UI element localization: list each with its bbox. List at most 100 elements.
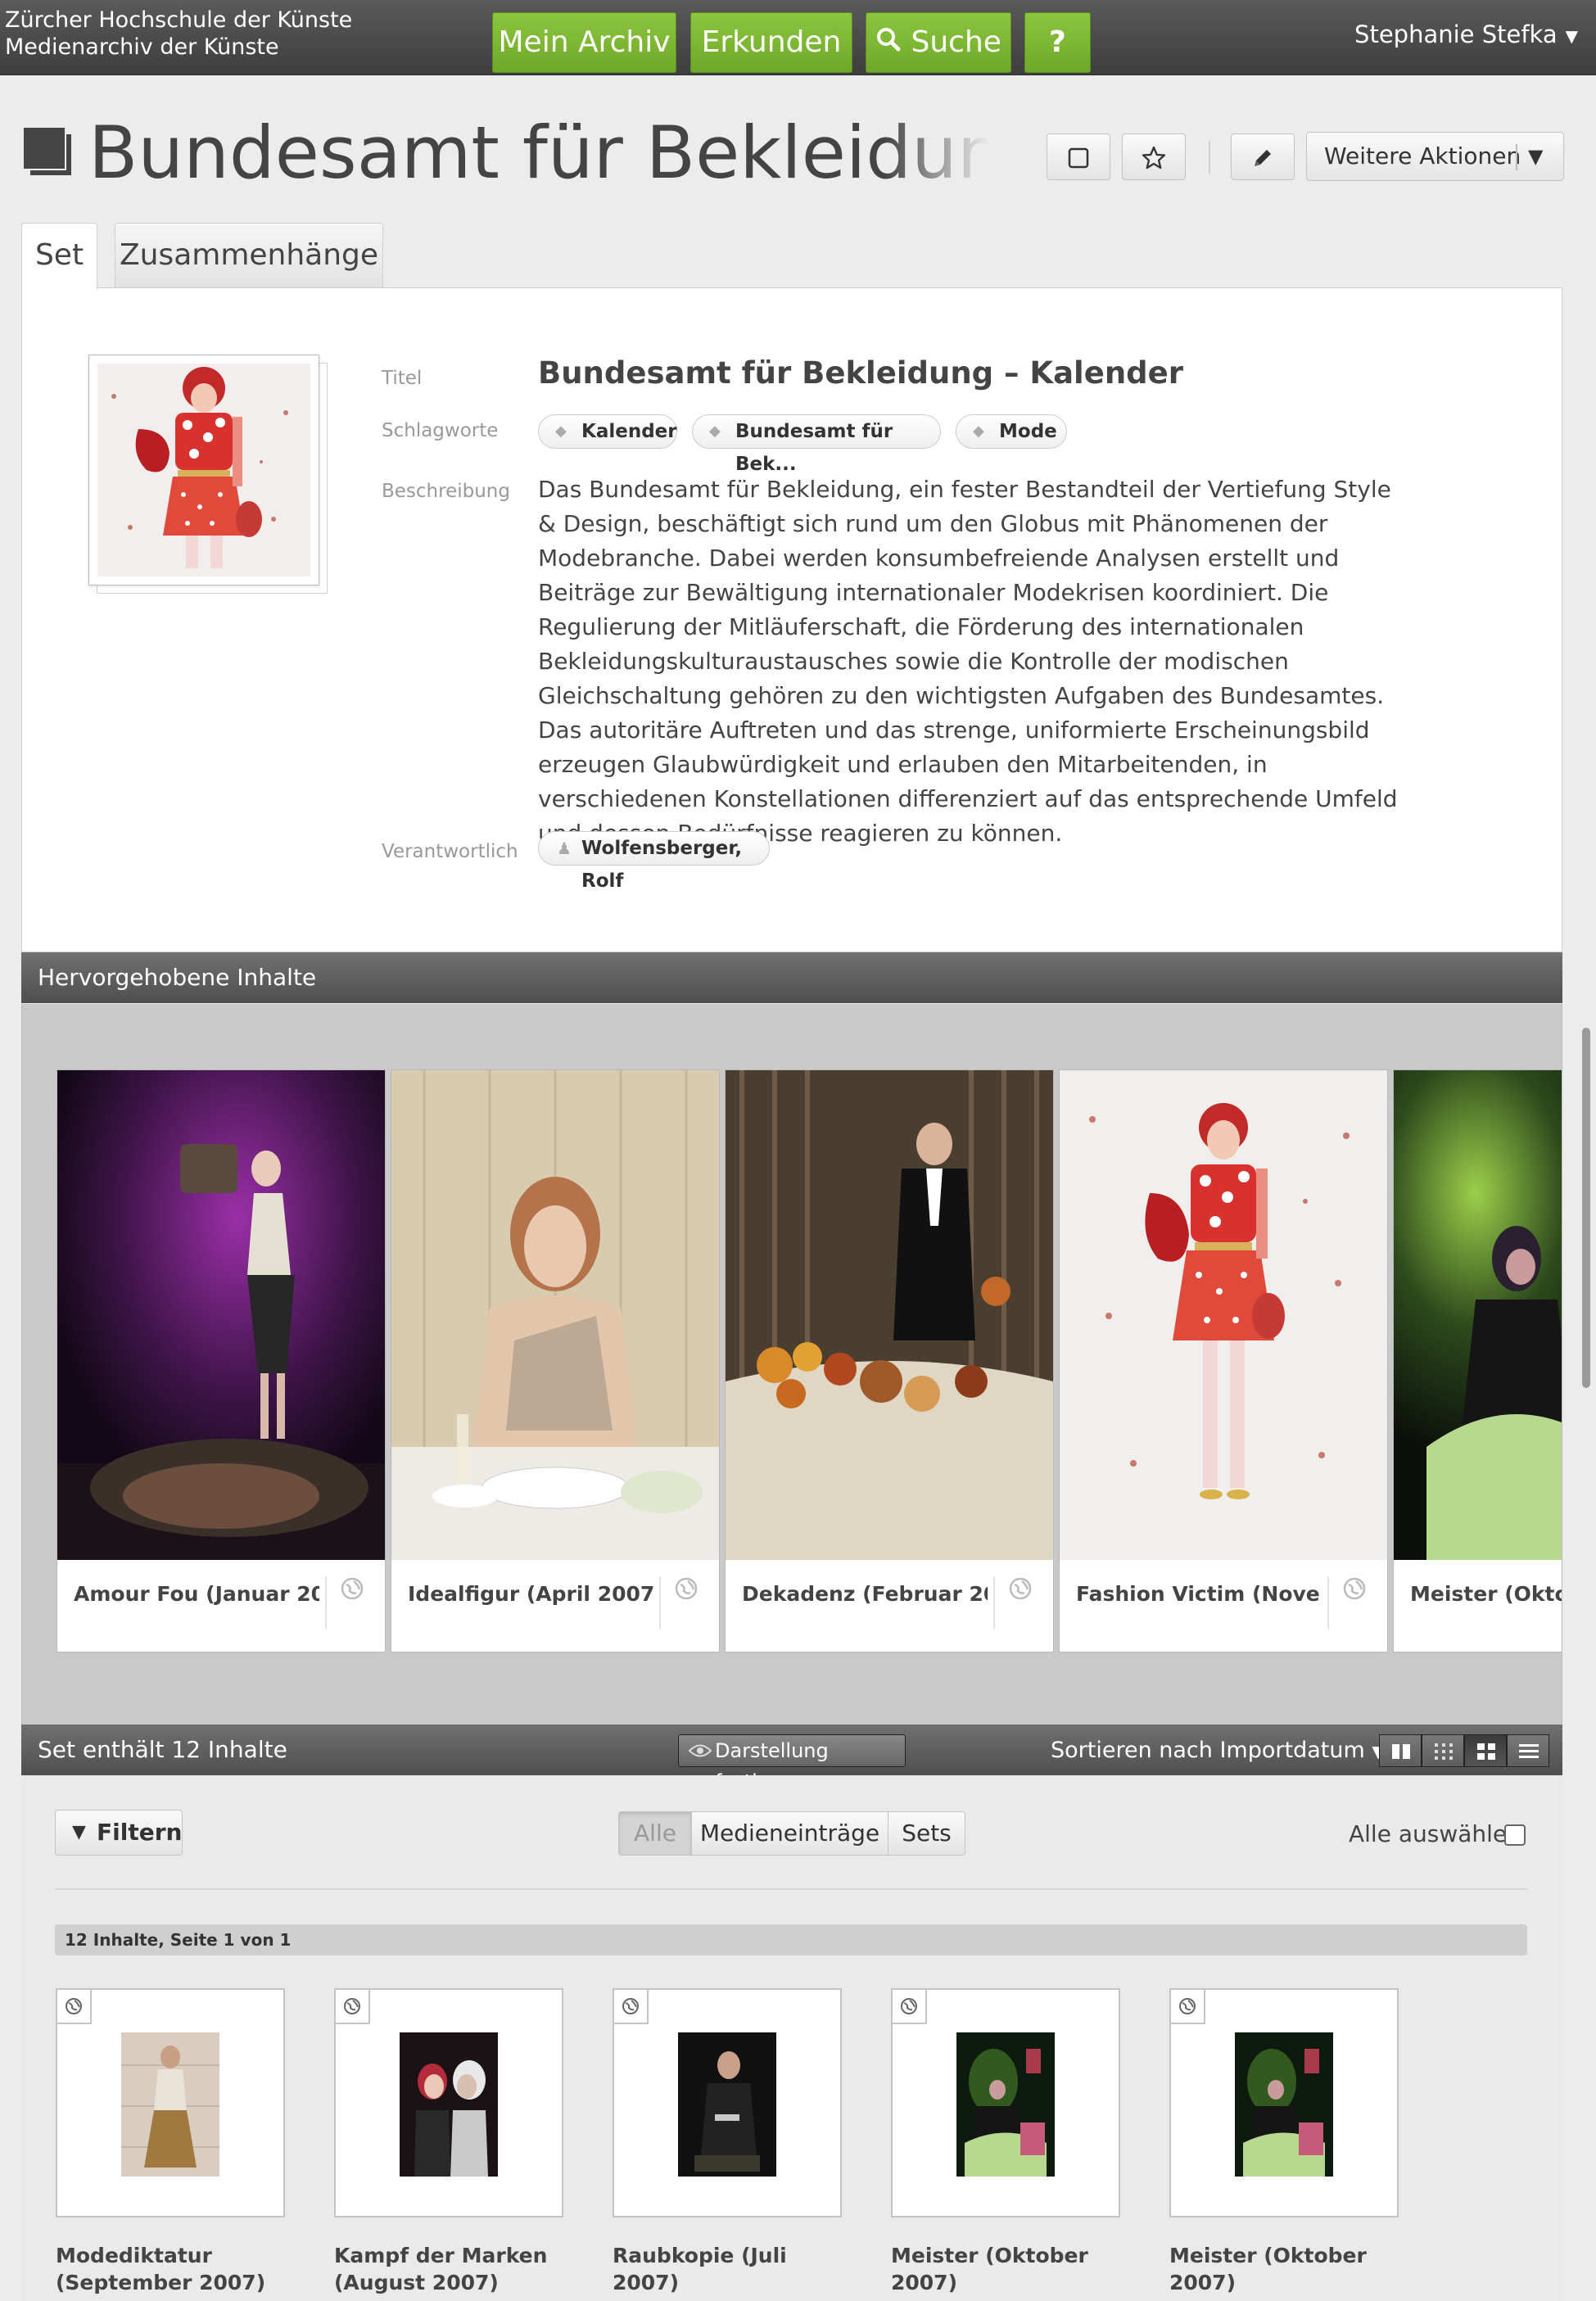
sort-dropdown[interactable]: Sortieren nach Importdatum ▼ [1051,1734,1385,1768]
search-icon [875,14,902,73]
sort-label: Sortieren nach Importdatum [1051,1738,1365,1763]
public-globe-icon [57,1990,92,2024]
eye-icon [689,1744,712,1757]
keyword-label: Bundesamt für Bek... [735,421,893,475]
meister-image [1394,1070,1562,1560]
segment-sets-label: Sets [902,1820,952,1847]
split-divider [1516,144,1517,170]
nav-search-button[interactable]: Suche [866,12,1011,73]
filter-icon: ▼ [72,1822,86,1842]
grid-small-icon [1435,1743,1453,1760]
keyword-tag[interactable]: ◆ Kalender [538,414,677,449]
nav-my-archive-button[interactable]: Mein Archiv [492,12,676,73]
top-navigation-bar: Zürcher Hochschule der Künste Medienarch… [0,0,1596,75]
raubkopie-image [678,2032,776,2177]
select-all-label[interactable]: Alle auswählen [1349,1818,1521,1851]
tag-icon: ◆ [973,423,984,440]
media-entry-tile[interactable] [613,1988,842,2217]
caption-divider [993,1576,995,1629]
help-button[interactable]: ? [1024,12,1091,73]
segment-sets[interactable]: Sets [888,1811,965,1856]
responsible-name: Wolfensberger, Rolf [581,838,743,892]
brand[interactable]: Zürcher Hochschule der Künste Medienarch… [5,7,352,61]
meister-image [956,2032,1055,2177]
view-list-button[interactable] [1507,1734,1549,1767]
public-globe-icon [336,1990,370,2024]
more-actions-label: Weitere Aktionen [1324,142,1521,170]
media-entry-caption: Raubkopie (Juli 2007) [613,2244,787,2294]
public-globe-icon [893,1990,927,2024]
modediktatur-image [121,2032,219,2177]
set-icon [24,128,71,175]
highlight-card[interactable]: Dekadenz (Februar 20... [725,1069,1054,1652]
public-globe-icon [1171,1990,1205,2024]
keyword-tag[interactable]: ◆ Bundesamt für Bek... [692,414,941,475]
caption-divider [659,1576,661,1629]
help-label: ? [1049,25,1066,59]
star-icon [1142,146,1166,169]
media-entry-caption: Kampf der Marken (August 2007) [334,2244,548,2294]
public-globe-icon [1008,1576,1033,1604]
set-cover-thumbnail[interactable] [88,355,328,594]
responsible-person-tag[interactable]: ♟ Wolfensberger, Rolf [538,831,770,892]
view-grid-button[interactable] [1464,1734,1507,1767]
highlight-card[interactable]: Idealfigur (April 2007) [391,1069,720,1652]
fashion-victim-image [1060,1070,1387,1560]
view-grid-small-button[interactable] [1422,1734,1464,1767]
highlight-caption: Meister (Oktober 2007) [1410,1582,1562,1606]
media-entry-tile[interactable] [891,1988,1120,2217]
segment-all[interactable]: Alle [618,1811,692,1856]
keywords-label: Schlagworte [382,420,499,441]
tab-relations[interactable]: Zusammenhänge [115,223,383,288]
highlight-caption: Fashion Victim (Nove... [1076,1582,1322,1606]
caption-divider [325,1576,327,1629]
select-all-checkbox[interactable] [1504,1824,1526,1846]
title-fade [884,106,1015,198]
description-text: Das Bundesamt für Bekleidung, ein fester… [538,476,1398,847]
checkbox-icon [1068,147,1089,168]
keyword-tag[interactable]: ◆ Mode [956,414,1067,449]
amour-fou-image [57,1070,385,1560]
media-entry-tile[interactable] [56,1988,285,2217]
nav-search-label: Suche [911,25,1001,59]
tab-set[interactable]: Set [21,223,97,290]
dekadenz-image [726,1070,1053,1560]
title-value: Bundesamt für Bekleidung – Kalender [538,355,1184,391]
set-contents-heading: Set enthält 12 Inhalte [38,1736,287,1763]
highlight-card[interactable]: Meister (Oktober 2007) [1393,1069,1562,1652]
favorite-button[interactable] [1122,133,1186,180]
public-globe-icon [1342,1576,1367,1604]
description-label: Beschreibung [382,481,510,502]
highlight-card[interactable]: Fashion Victim (Nove... [1059,1069,1388,1652]
pagination-bar: 12 Inhalte, Seite 1 von 1 [55,1924,1527,1955]
edit-button[interactable] [1231,133,1295,180]
highlight-card[interactable]: Amour Fou (Januar 20... [57,1069,386,1652]
media-entry-caption: Modediktatur (September 2007) [56,2244,266,2294]
nav-explore-label: Erkunden [701,25,842,59]
caption-divider [1327,1576,1329,1629]
highlight-caption: Dekadenz (Februar 20... [742,1582,988,1606]
view-columns-button[interactable] [1379,1734,1422,1767]
nav-explore-button[interactable]: Erkunden [690,12,852,73]
more-actions-button[interactable]: Weitere Aktionen ▼ [1306,132,1564,181]
highlight-caption: Amour Fou (Januar 20... [74,1582,319,1606]
page-title: Bundesamt für Bekleidung – Kalender [88,111,1006,195]
pencil-icon [1255,149,1271,166]
filter-label: Filtern [97,1819,183,1846]
media-entry-tile[interactable] [1169,1988,1399,2217]
pagination-text: 12 Inhalte, Seite 1 von 1 [65,1930,292,1950]
segment-media-entries[interactable]: Medieneinträge [691,1811,888,1856]
highlights-heading: Hervorgehobene Inhalte [38,964,317,991]
nav-my-archive-label: Mein Archiv [498,25,671,59]
brand-line-1: Zürcher Hochschule der Künste [5,7,353,33]
columns-icon [1392,1744,1410,1759]
page-scrollbar[interactable] [1582,1028,1590,1388]
user-menu[interactable]: Stephanie Stefka ▼ [1354,16,1578,54]
select-checkbox-button[interactable] [1047,133,1110,180]
public-globe-icon [674,1576,699,1604]
media-entry-caption: Meister (Oktober 2007) [891,2244,1088,2294]
media-entry-tile[interactable] [334,1988,563,2217]
set-layout-button[interactable]: Darstellung festlegen [678,1734,906,1793]
kampf-der-marken-image [400,2032,498,2177]
filter-button[interactable]: ▼ Filtern [55,1810,183,1856]
